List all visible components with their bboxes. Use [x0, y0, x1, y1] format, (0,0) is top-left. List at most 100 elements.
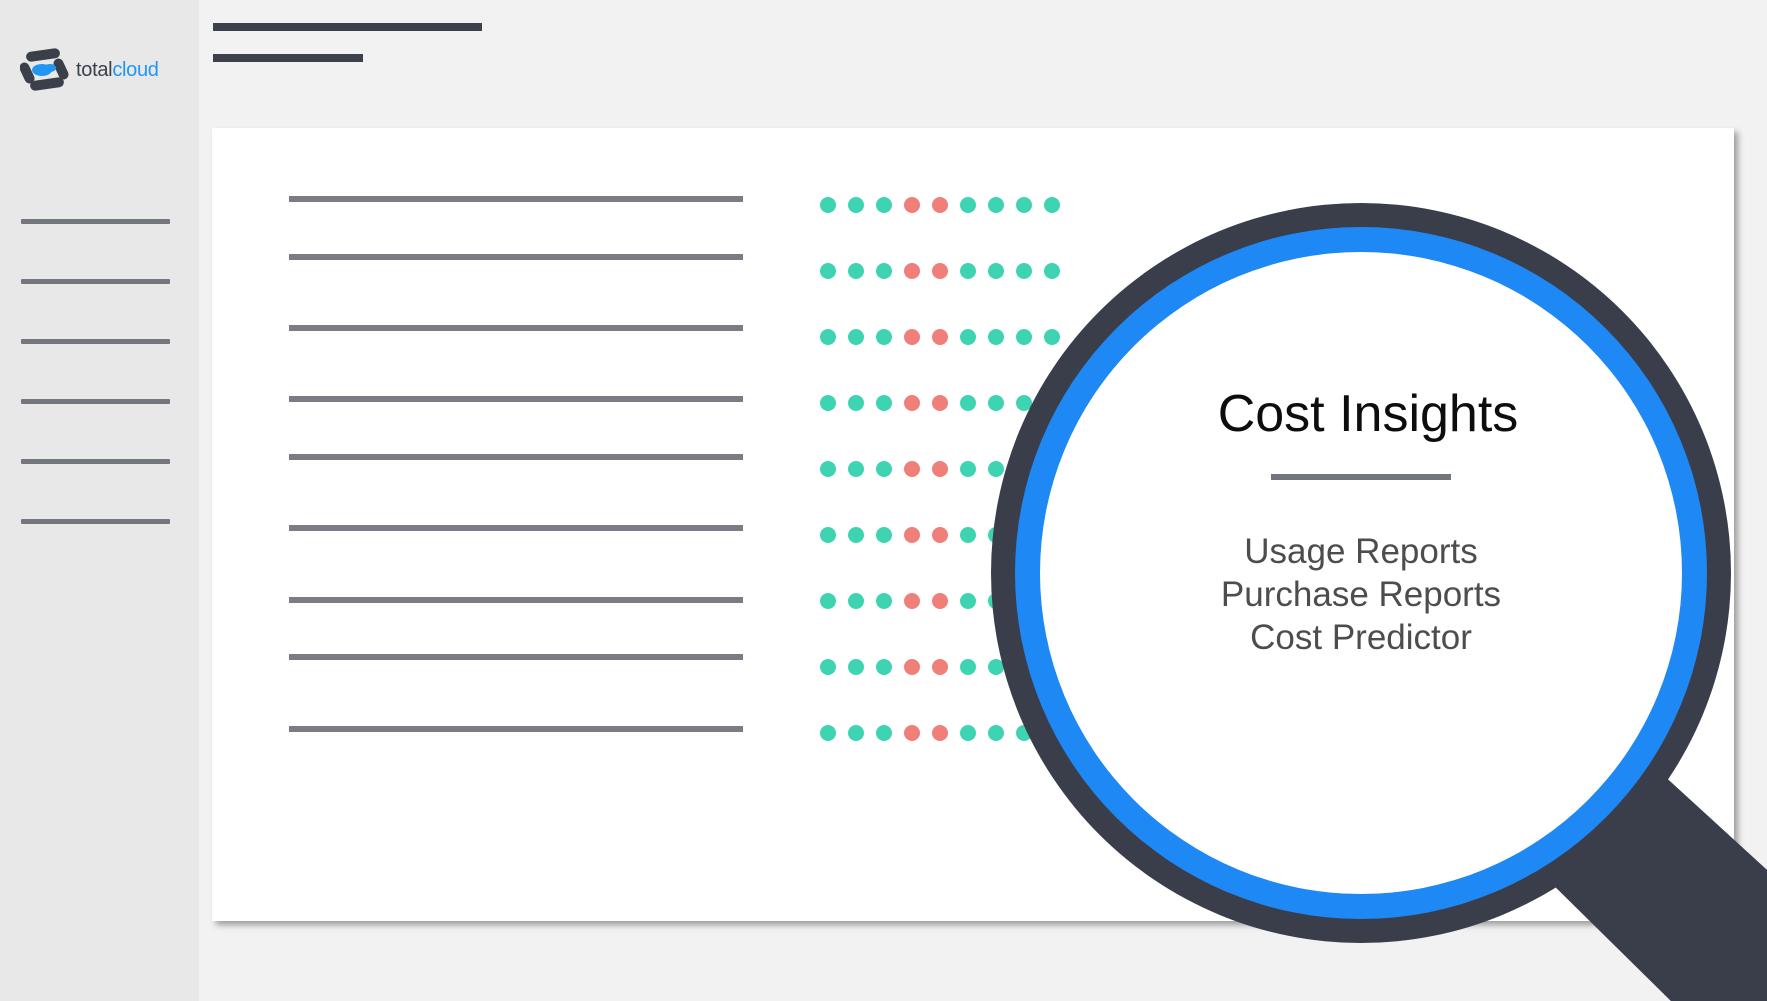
sidebar: totalcloud: [0, 0, 199, 1001]
page-title-placeholder: [213, 23, 482, 31]
cost-predictor-link[interactable]: Cost Predictor: [1111, 616, 1611, 659]
status-dot-ok: [820, 329, 836, 345]
status-dot-ok: [848, 197, 864, 213]
sidebar-item-4[interactable]: [21, 399, 170, 404]
status-dot-ok: [876, 461, 892, 477]
row-status-dots: [820, 197, 1060, 213]
status-dot-ok: [848, 263, 864, 279]
status-dot-ok: [988, 395, 1004, 411]
row-label-line: [289, 325, 743, 331]
status-dot-ok: [988, 329, 1004, 345]
status-dot-ok: [1016, 527, 1032, 543]
row-label-line: [289, 654, 743, 660]
status-dot-ok: [1016, 263, 1032, 279]
page-subtitle-placeholder: [213, 54, 363, 62]
row-label-line: [289, 726, 743, 732]
status-dot-alert: [932, 593, 948, 609]
status-dot-alert: [904, 659, 920, 675]
status-dot-ok: [1044, 395, 1060, 411]
status-dot-ok: [960, 329, 976, 345]
brand-name: totalcloud: [76, 60, 159, 80]
status-dot-ok: [1044, 527, 1060, 543]
status-dot-ok: [1044, 461, 1060, 477]
sidebar-nav: [21, 219, 170, 579]
status-dot-ok: [820, 725, 836, 741]
status-dot-ok: [960, 725, 976, 741]
brand-logo[interactable]: totalcloud: [20, 48, 159, 92]
row-label-line: [289, 597, 743, 603]
sidebar-item-2[interactable]: [21, 279, 170, 284]
purchase-reports-link[interactable]: Purchase Reports: [1111, 573, 1611, 616]
row-label-line: [289, 254, 743, 260]
row-label-line: [289, 396, 743, 402]
lens-divider: [1271, 474, 1451, 480]
status-dot-ok: [820, 659, 836, 675]
status-dot-ok: [848, 527, 864, 543]
status-dot-ok: [876, 593, 892, 609]
row-status-dots: [820, 461, 1060, 477]
usage-reports-link[interactable]: Usage Reports: [1111, 530, 1611, 573]
status-dot-ok: [848, 593, 864, 609]
status-dot-alert: [904, 527, 920, 543]
status-dot-ok: [988, 659, 1004, 675]
status-dot-ok: [820, 593, 836, 609]
status-dot-ok: [1016, 395, 1032, 411]
status-dot-ok: [1044, 263, 1060, 279]
status-dot-ok: [1044, 725, 1060, 741]
status-dot-ok: [960, 263, 976, 279]
lens-title: Cost Insights: [1217, 385, 1519, 443]
status-dot-ok: [960, 659, 976, 675]
status-dot-ok: [876, 725, 892, 741]
lens-links: Usage Reports Purchase Reports Cost Pred…: [1111, 530, 1611, 659]
sidebar-item-3[interactable]: [21, 339, 170, 344]
status-dot-alert: [904, 461, 920, 477]
status-dot-ok: [988, 725, 1004, 741]
row-label-line: [289, 525, 743, 531]
row-status-dots: [820, 593, 1060, 609]
row-label-line: [289, 454, 743, 460]
status-dot-alert: [932, 527, 948, 543]
status-dot-alert: [932, 395, 948, 411]
status-dot-ok: [820, 527, 836, 543]
status-dot-ok: [848, 329, 864, 345]
status-dot-ok: [1016, 329, 1032, 345]
status-dot-ok: [1016, 593, 1032, 609]
status-dot-ok: [820, 461, 836, 477]
status-dot-ok: [1016, 659, 1032, 675]
brand-name-part1: total: [76, 59, 113, 81]
status-dot-ok: [1044, 659, 1060, 675]
status-dot-alert: [932, 659, 948, 675]
status-dot-alert: [904, 329, 920, 345]
row-status-dots: [820, 329, 1060, 345]
status-dot-alert: [904, 395, 920, 411]
lens-content: Cost Insights Usage Reports Purchase Rep…: [1111, 380, 1611, 659]
status-dot-alert: [932, 461, 948, 477]
brand-name-part2: cloud: [112, 59, 159, 81]
status-dot-ok: [848, 395, 864, 411]
row-status-dots: [820, 263, 1060, 279]
status-dot-ok: [876, 263, 892, 279]
status-dot-ok: [820, 395, 836, 411]
sidebar-item-1[interactable]: [21, 219, 170, 224]
status-dot-ok: [820, 263, 836, 279]
status-dot-ok: [1016, 197, 1032, 213]
status-dot-ok: [876, 329, 892, 345]
status-dot-ok: [820, 197, 836, 213]
status-dot-alert: [932, 725, 948, 741]
sidebar-item-6[interactable]: [21, 519, 170, 524]
status-dot-ok: [848, 659, 864, 675]
status-dot-alert: [904, 263, 920, 279]
status-dot-alert: [932, 329, 948, 345]
status-dot-ok: [960, 527, 976, 543]
status-dot-ok: [876, 197, 892, 213]
status-dot-ok: [960, 395, 976, 411]
app-window: totalcloud Cost Insights Usage Reports P…: [0, 0, 1767, 1001]
status-dot-ok: [848, 461, 864, 477]
status-dot-ok: [1016, 725, 1032, 741]
status-dot-ok: [960, 461, 976, 477]
totalcloud-logo-icon: [20, 48, 69, 91]
status-dot-ok: [988, 593, 1004, 609]
row-status-dots: [820, 725, 1060, 741]
sidebar-item-5[interactable]: [21, 459, 170, 464]
row-status-dots: [820, 659, 1060, 675]
